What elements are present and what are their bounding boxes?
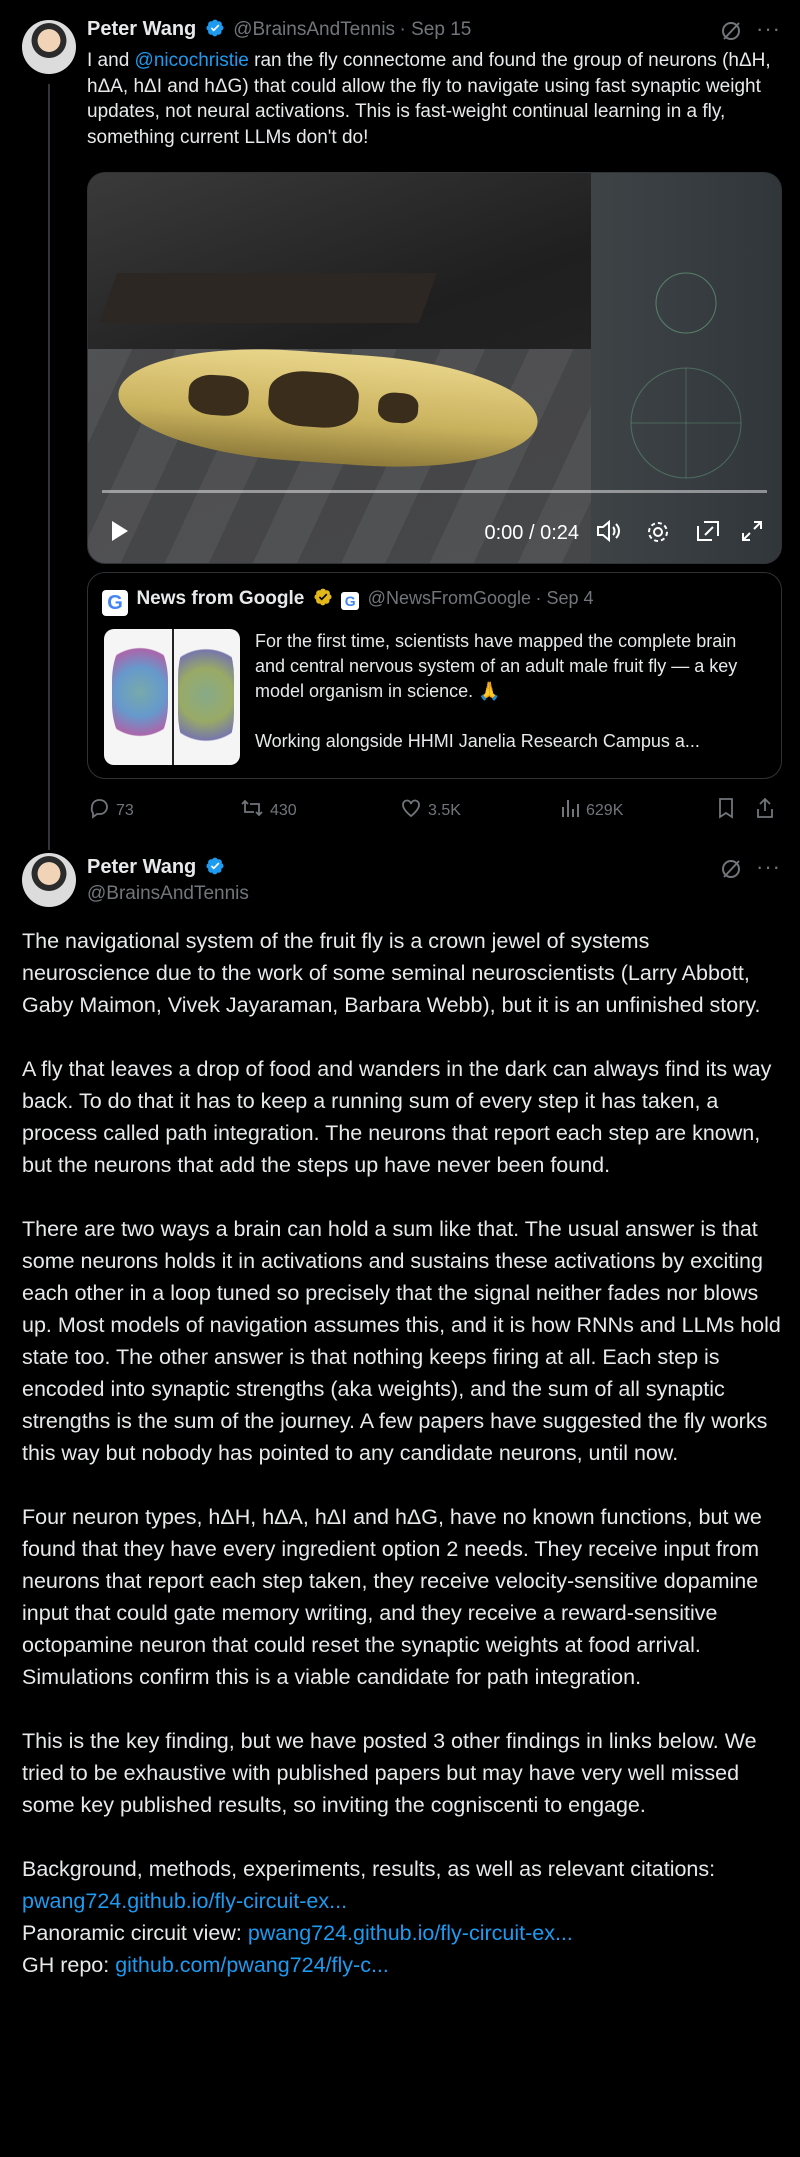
pip-icon[interactable] — [693, 519, 723, 549]
share-icon — [757, 797, 773, 818]
post2-paragraph: This is the key finding, but we have pos… — [22, 1729, 757, 1817]
video-progress-bar[interactable] — [102, 490, 767, 493]
google-logo-icon: G — [102, 590, 128, 616]
quote-line-1: For the first time, scientists have mapp… — [255, 631, 738, 701]
post1-handle[interactable]: @BrainsAndTennis — [233, 19, 395, 40]
verified-badge-icon — [206, 857, 224, 875]
bookmark-button[interactable] — [716, 797, 742, 820]
video-time: 0:00 / 0:24 — [484, 522, 579, 544]
post1-avatar[interactable] — [22, 20, 76, 74]
repost-count: 430 — [270, 802, 297, 819]
quote-text: For the first time, scientists have mapp… — [255, 629, 767, 754]
share-button[interactable] — [755, 797, 781, 820]
video-player[interactable]: 0:00 / 0:24 — [87, 172, 782, 564]
post1-text-pre: I and — [87, 50, 135, 71]
bookmark-icon — [719, 798, 733, 819]
link-label: Panoramic circuit view: — [22, 1921, 248, 1945]
post1-author-name[interactable]: Peter Wang — [87, 18, 196, 40]
link-url[interactable]: github.com/pwang724/fly-c... — [115, 1953, 389, 1977]
link-label: GH repo: — [22, 1953, 116, 1977]
views-icon — [562, 800, 579, 817]
post2-links: Background, methods, experiments, result… — [22, 1853, 782, 1981]
post2-body: The navigational system of the fruit fly… — [22, 925, 782, 1981]
verified-gold-badge-icon — [314, 588, 332, 606]
video-slab — [98, 273, 438, 323]
link-row: Background, methods, experiments, result… — [22, 1853, 782, 1917]
quote-header: G News from Google G @NewsFromGoogle · S… — [102, 587, 594, 616]
quote-thumbnail — [104, 629, 240, 765]
views-count: 629K — [586, 802, 624, 819]
post1-date[interactable]: Sep 15 — [411, 19, 471, 40]
verified-badge-icon — [206, 19, 224, 37]
quote-author-name: News from Google — [136, 588, 305, 609]
quote-handle: @NewsFromGoogle — [367, 588, 531, 608]
post2-handle[interactable]: @BrainsAndTennis — [87, 883, 249, 905]
repost-button[interactable]: 430 — [240, 797, 297, 820]
thread-line — [48, 84, 50, 850]
fullscreen-icon[interactable] — [737, 519, 767, 549]
views-button[interactable]: 629K — [560, 797, 623, 820]
separator-dot: · — [535, 588, 547, 608]
like-count: 3.5K — [428, 802, 461, 819]
post2-author-row: Peter Wang — [87, 856, 225, 879]
video-controls: 0:00 / 0:24 — [88, 503, 781, 563]
post2-paragraph: A fly that leaves a drop of food and wan… — [22, 1057, 772, 1177]
post2-paragraph: Four neuron types, hΔH, hΔA, hΔI and hΔG… — [22, 1505, 762, 1689]
link-url[interactable]: pwang724.github.io/fly-circuit-ex... — [248, 1921, 573, 1945]
post2-paragraph: There are two ways a brain can hold a su… — [22, 1217, 781, 1465]
separator-dot: · — [399, 19, 412, 40]
heart-icon — [402, 799, 420, 818]
quote-date: Sep 4 — [546, 588, 594, 608]
reply-count: 73 — [116, 802, 134, 819]
mention-link[interactable]: @nicochristie — [135, 50, 249, 71]
more-icon[interactable]: ··· — [756, 854, 781, 880]
play-icon[interactable] — [104, 519, 134, 549]
grok-icon[interactable] — [720, 858, 742, 885]
grok-icon[interactable] — [720, 20, 742, 47]
settings-icon[interactable] — [643, 519, 673, 549]
quoted-post[interactable]: G News from Google G @NewsFromGoogle · S… — [87, 572, 782, 779]
link-row: Panoramic circuit view: pwang724.github.… — [22, 1917, 782, 1949]
post2-paragraph: The navigational system of the fruit fly… — [22, 929, 761, 1017]
volume-icon[interactable] — [593, 519, 623, 549]
post2-avatar[interactable] — [22, 853, 76, 907]
like-button[interactable]: 3.5K — [400, 797, 461, 820]
post1-text: I and @nicochristie ran the fly connecto… — [87, 48, 781, 150]
link-row: GH repo: github.com/pwang724/fly-c... — [22, 1949, 782, 1981]
repost-icon — [241, 799, 263, 817]
post1-header: Peter Wang @BrainsAndTennis · Sep 15 — [87, 18, 471, 41]
post2-author-name[interactable]: Peter Wang — [87, 856, 196, 878]
reply-button[interactable]: 73 — [88, 797, 134, 820]
link-label: Background, methods, experiments, result… — [22, 1857, 716, 1881]
reply-icon — [90, 799, 108, 819]
google-affiliate-icon: G — [341, 592, 360, 610]
quote-line-2: Working alongside HHMI Janelia Research … — [255, 731, 700, 751]
link-url[interactable]: pwang724.github.io/fly-circuit-ex... — [22, 1889, 347, 1913]
more-icon[interactable]: ··· — [756, 16, 781, 42]
